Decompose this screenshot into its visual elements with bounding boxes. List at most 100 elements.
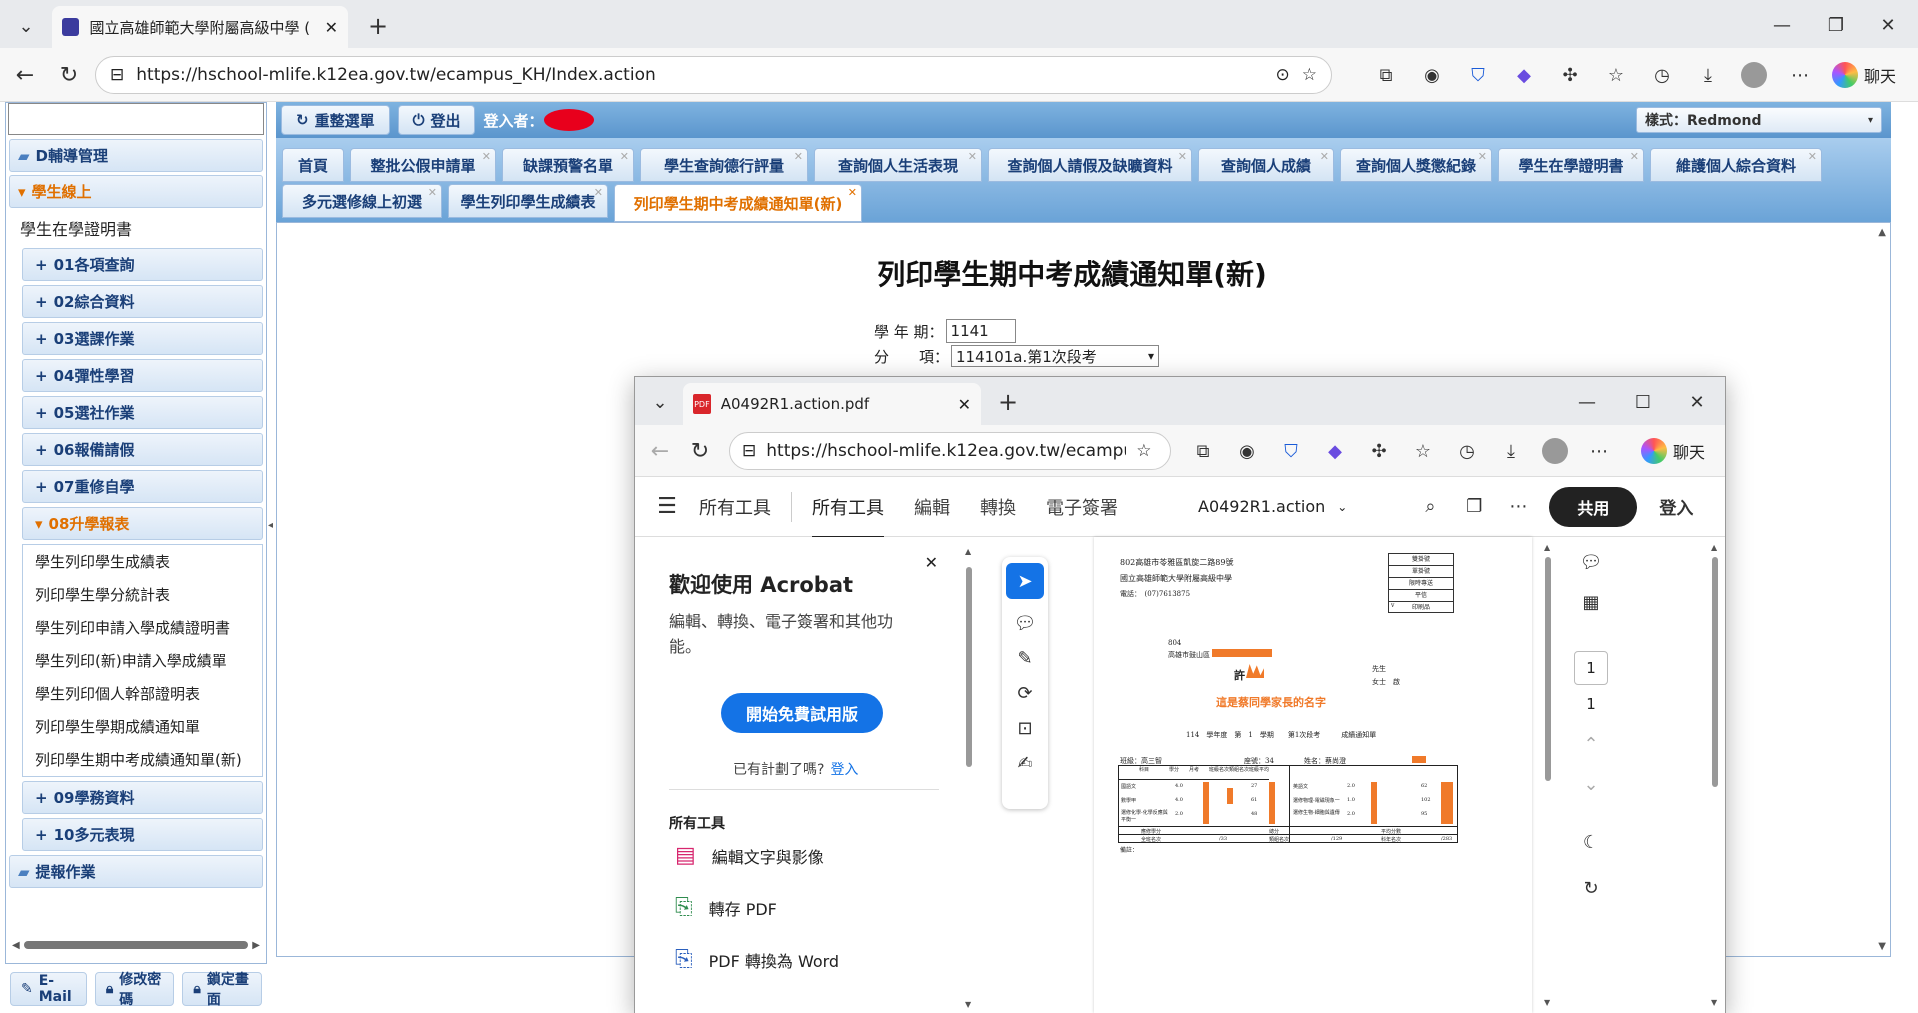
page-current-input[interactable]: 1 <box>1574 651 1608 685</box>
sidebar-sub-03[interactable]: +03選課作業 <box>22 322 263 355</box>
tab-life-performance[interactable]: 查詢個人生活表現 ✕ <box>814 148 982 182</box>
close-tab-icon[interactable]: ✕ <box>958 395 971 414</box>
tool-export-pdf[interactable]: ⎘ 轉存 PDF <box>675 895 777 920</box>
minimize-icon[interactable]: — <box>1762 10 1802 40</box>
history-icon[interactable]: ◷ <box>1646 59 1678 91</box>
copilot-icon[interactable]: ◆ <box>1508 59 1540 91</box>
tab-personal-data[interactable]: 維護個人綜合資料 ✕ <box>1650 148 1822 182</box>
site-info-icon[interactable]: ⊟ <box>110 65 124 85</box>
extension-icon-1[interactable]: ⧉ <box>1187 435 1219 467</box>
comment-icon[interactable]: 💬︎ <box>1014 613 1037 634</box>
thumbnails-icon[interactable]: ▦ <box>1576 587 1606 617</box>
search-icon[interactable]: ⌕ <box>1415 496 1445 517</box>
draw-icon[interactable]: ✎ <box>1017 648 1032 669</box>
close-tab-icon[interactable]: ✕ <box>794 150 803 163</box>
sidebar-sub-07[interactable]: +07重修自學 <box>22 470 263 503</box>
doc-name[interactable]: A0492R1.action <box>1198 497 1325 516</box>
page-down-icon[interactable]: ⌄ <box>1576 769 1606 799</box>
popup-tab-list-icon[interactable]: ⌄ <box>643 385 677 419</box>
more-options-icon[interactable]: ⋯ <box>1503 496 1533 517</box>
close-tab-icon[interactable]: ✕ <box>848 186 857 199</box>
sidebar-group-guidance[interactable]: ▰ D輔導管理 <box>9 139 263 172</box>
sidebar-sub-06[interactable]: +06報備請假 <box>22 433 263 466</box>
sidebar-item-enrollment-cert[interactable]: 學生在學證明書 <box>6 211 266 244</box>
close-tab-icon[interactable]: ✕ <box>1320 150 1329 163</box>
sidebar-sub-08[interactable]: ▾ 08升學報表 <box>22 507 263 540</box>
reset-menu-button[interactable]: ↻ 重整選單 <box>281 105 390 135</box>
tab-conduct-evaluation[interactable]: 學生查詢德行評量 ✕ <box>640 148 808 182</box>
download-icon[interactable]: ⤓ <box>1692 59 1724 91</box>
close-tab-icon[interactable]: ✕ <box>1808 150 1817 163</box>
sidebar-group-report[interactable]: ▰ 提報作業 <box>9 855 263 888</box>
popup-tab[interactable]: PDF A0492R1.action.pdf ✕ <box>683 383 981 425</box>
shield-icon[interactable]: ⛉ <box>1462 59 1494 91</box>
pages-icon[interactable]: ❐ <box>1459 496 1489 517</box>
sidebar-link-1[interactable]: 學生列印學生成績表 <box>23 545 262 578</box>
back-icon[interactable]: ← <box>8 58 42 92</box>
chat-button[interactable]: 聊天 <box>1641 434 1705 468</box>
reload-icon[interactable]: ↻ <box>52 58 86 92</box>
doc-dropdown-icon[interactable]: ⌄ <box>1337 500 1347 514</box>
lasso-icon[interactable]: ⟳ <box>1017 683 1032 704</box>
profile-avatar[interactable] <box>1539 435 1571 467</box>
text-select-icon[interactable]: ⊡ <box>1017 718 1032 739</box>
nav-edit[interactable]: 編輯 <box>914 494 950 520</box>
select-cursor-icon[interactable]: ➤ <box>1006 563 1044 599</box>
tool-edit-text[interactable]: ▤ 編輯文字與影像 <box>675 843 824 868</box>
chat-button[interactable]: 聊天 <box>1832 58 1896 92</box>
more-menu-icon[interactable]: ⋯ <box>1784 59 1816 91</box>
rotate-icon[interactable]: ↻ <box>1576 873 1606 903</box>
sidebar-search-input[interactable] <box>8 103 264 135</box>
site-info-icon[interactable]: ⊟ <box>742 441 756 461</box>
close-window-icon[interactable]: ✕ <box>1868 10 1908 40</box>
new-tab-icon[interactable]: + <box>991 385 1025 419</box>
maximize-icon[interactable]: ☐ <box>1623 387 1663 417</box>
maximize-icon[interactable]: ❐ <box>1816 10 1856 40</box>
hamburger-menu-icon[interactable]: ☰ <box>649 494 685 519</box>
tab-leave-absence[interactable]: 查詢個人請假及缺曠資料 ✕ <box>988 148 1192 182</box>
close-tab-icon[interactable]: ✕ <box>482 150 491 163</box>
close-welcome-icon[interactable]: ✕ <box>925 553 938 572</box>
extension-icon-1[interactable]: ⧉ <box>1370 59 1402 91</box>
close-tab-icon[interactable]: ✕ <box>428 186 437 199</box>
tab-print-grades[interactable]: 學生列印學生成績表 ✕ <box>448 184 608 218</box>
all-tools-menu[interactable]: 所有工具 <box>699 494 771 520</box>
dark-mode-icon[interactable]: ☾ <box>1576 827 1606 857</box>
tab-enrollment-cert[interactable]: 學生在學證明書 ✕ <box>1498 148 1644 182</box>
favorite-star-icon[interactable]: ☆ <box>1302 65 1317 85</box>
nav-sign[interactable]: 電子簽署 <box>1046 494 1118 520</box>
browser-tab[interactable]: 國立高雄師範大學附屬高級中學 ( ✕ <box>52 6 348 48</box>
sidebar-sub-09[interactable]: +09學務資料 <box>22 781 263 814</box>
extensions-puzzle-icon[interactable]: ✣ <box>1363 435 1395 467</box>
logout-button[interactable]: ⏻ 登出 <box>397 105 476 135</box>
splitter-handle[interactable]: ◂ <box>268 520 274 536</box>
favorites-icon[interactable]: ☆ <box>1407 435 1439 467</box>
tab-list-chevron-icon[interactable]: ⌄ <box>8 8 44 44</box>
profile-avatar[interactable] <box>1738 59 1770 91</box>
viewer-scrollbar-right[interactable]: ▲ ▼ <box>1711 543 1719 1007</box>
sidebar-link-5[interactable]: 學生列印個人幹部證明表 <box>23 677 262 710</box>
sidebar-group-student-online[interactable]: ▾ 學生線上 <box>9 175 263 208</box>
tab-home[interactable]: 首頁 <box>282 148 344 182</box>
main-scroll-down-icon[interactable]: ▼ <box>1878 941 1886 952</box>
sidebar-sub-05[interactable]: +05選社作業 <box>22 396 263 429</box>
close-tab-icon[interactable]: ✕ <box>594 186 603 199</box>
email-button[interactable]: ✎ E-Mail <box>10 971 87 1006</box>
tab-rewards[interactable]: 查詢個人獎懲紀錄 ✕ <box>1340 148 1492 182</box>
close-window-icon[interactable]: ✕ <box>1677 387 1717 417</box>
reload-icon[interactable]: ↻ <box>683 434 717 468</box>
sidebar-scrollbar[interactable]: ◀ ▶ <box>12 939 260 951</box>
close-tab-icon[interactable]: ✕ <box>968 150 977 163</box>
shield-icon[interactable]: ⛉ <box>1275 435 1307 467</box>
close-tab-icon[interactable]: ✕ <box>1630 150 1639 163</box>
sidebar-sub-10[interactable]: +10多元表現 <box>22 818 263 851</box>
change-password-button[interactable]: 🔒︎ 修改密碼 <box>94 971 175 1008</box>
reading-icon[interactable]: ⊙ <box>1276 65 1290 85</box>
login-link[interactable]: 登入 <box>1659 494 1693 519</box>
nav-convert[interactable]: 轉換 <box>980 494 1016 520</box>
sidebar-link-2[interactable]: 列印學生學分統計表 <box>23 578 262 611</box>
main-scroll-up-icon[interactable]: ▲ <box>1878 227 1886 238</box>
have-plan-login-link[interactable]: 登入 <box>830 759 858 779</box>
more-menu-icon[interactable]: ⋯ <box>1583 435 1615 467</box>
sidebar-link-3[interactable]: 學生列印申請入學成績證明書 <box>23 611 262 644</box>
